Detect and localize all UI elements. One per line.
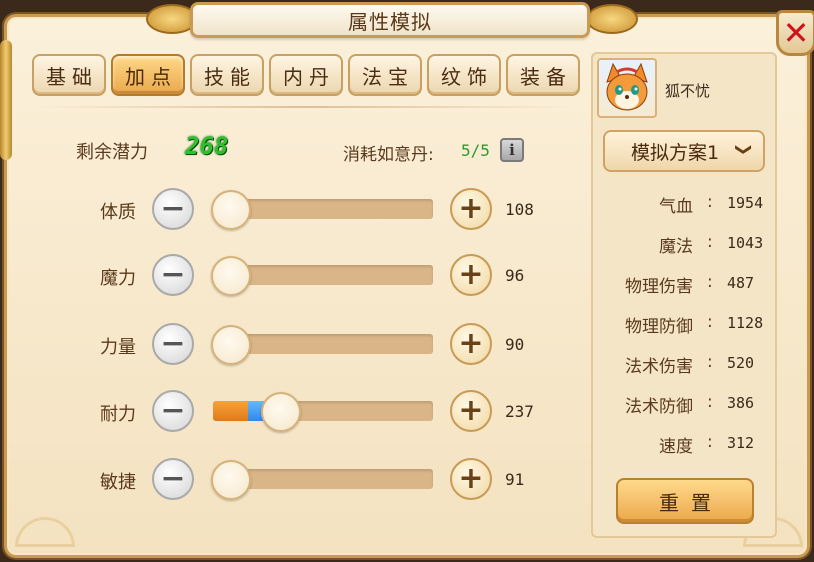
attribute-label: 速度 xyxy=(659,437,693,457)
minus-button[interactable]: − xyxy=(152,458,194,500)
minus-button[interactable]: − xyxy=(152,188,194,230)
attribute-label: 物理伤害 xyxy=(625,277,693,297)
tab-pattern[interactable]: 纹饰 xyxy=(427,54,501,96)
attribute-row: 魔法 : 1043 xyxy=(600,232,770,257)
attribute-row: 物理防御 : 1128 xyxy=(600,312,770,337)
slider-handle[interactable] xyxy=(211,190,251,230)
attribute-value: 1954 xyxy=(727,194,764,212)
slider-handle[interactable] xyxy=(211,256,251,296)
avatar[interactable] xyxy=(597,58,657,118)
window-title: 属性模拟 xyxy=(348,9,432,34)
stat-row-constitution: 体质 − + 108 xyxy=(0,186,590,236)
fox-portrait-icon xyxy=(606,62,648,111)
minus-button[interactable]: − xyxy=(152,390,194,432)
tab-add-points[interactable]: 加点 xyxy=(111,54,185,96)
attribute-colon: : xyxy=(707,192,713,212)
stat-value: 96 xyxy=(505,266,525,285)
close-button[interactable]: ✕ xyxy=(776,10,814,56)
stat-slider[interactable] xyxy=(211,256,433,296)
stat-name: 力量 xyxy=(100,337,136,358)
tab-equipment[interactable]: 装备 xyxy=(506,54,580,96)
plan-dropdown[interactable]: 模拟方案1 ❯ xyxy=(603,130,765,172)
attribute-row: 物理伤害 : 487 xyxy=(600,272,770,297)
attribute-label: 法术伤害 xyxy=(625,357,693,377)
slider-handle[interactable] xyxy=(211,460,251,500)
pill-label: 消耗如意丹: xyxy=(343,145,434,165)
tab-skills[interactable]: 技能 xyxy=(190,54,264,96)
attribute-row: 法术伤害 : 520 xyxy=(600,352,770,377)
attribute-colon: : xyxy=(707,312,713,332)
close-icon: ✕ xyxy=(782,14,810,52)
plus-button[interactable]: + xyxy=(450,254,492,296)
attribute-colon: : xyxy=(707,352,713,372)
stat-slider[interactable] xyxy=(211,325,433,365)
stat-name: 耐力 xyxy=(100,404,136,425)
stat-value: 90 xyxy=(505,335,525,354)
stat-name: 魔力 xyxy=(100,268,136,289)
attribute-row: 法术防御 : 386 xyxy=(600,392,770,417)
stat-value: 237 xyxy=(505,402,534,421)
stat-slider[interactable] xyxy=(213,392,433,432)
plus-button[interactable]: + xyxy=(450,323,492,365)
attribute-value: 312 xyxy=(727,434,755,452)
minus-button[interactable]: − xyxy=(152,254,194,296)
attribute-value: 1128 xyxy=(727,314,764,332)
attribute-colon: : xyxy=(707,232,713,252)
attribute-row: 气血 : 1954 xyxy=(600,192,770,217)
attribute-row: 速度 : 312 xyxy=(600,432,770,457)
attribute-label: 物理防御 xyxy=(625,317,693,337)
tab-treasure[interactable]: 法宝 xyxy=(348,54,422,96)
stat-row-magic: 魔力 − + 96 xyxy=(0,252,590,302)
stat-row-endurance: 耐力 − + 237 xyxy=(0,388,590,438)
info-icon[interactable]: i xyxy=(500,138,524,162)
stat-slider[interactable] xyxy=(211,190,433,230)
attribute-colon: : xyxy=(707,272,713,292)
stat-slider[interactable] xyxy=(211,460,433,500)
attribute-label: 法术防御 xyxy=(625,397,693,417)
attribute-value: 1043 xyxy=(727,234,764,252)
slider-handle[interactable] xyxy=(261,392,301,432)
stat-value: 91 xyxy=(505,470,525,489)
title-wing-ornament xyxy=(586,4,638,34)
attribute-value: 386 xyxy=(727,394,755,412)
plus-button[interactable]: + xyxy=(450,390,492,432)
stat-name: 体质 xyxy=(100,202,136,223)
slider-handle[interactable] xyxy=(211,325,251,365)
attribute-colon: : xyxy=(707,392,713,412)
minus-button[interactable]: − xyxy=(152,323,194,365)
attribute-label: 魔法 xyxy=(659,237,693,257)
divider xyxy=(36,106,576,108)
stat-name: 敏捷 xyxy=(100,472,136,493)
attribute-value: 487 xyxy=(727,274,755,292)
tab-inner-pill[interactable]: 内丹 xyxy=(269,54,343,96)
chevron-down-icon: ❯ xyxy=(734,142,754,157)
tab-bar: 基础 加点 技能 内丹 法宝 纹饰 装备 xyxy=(32,54,580,96)
corner-ornament xyxy=(15,517,75,547)
reset-button[interactable]: 重置 xyxy=(616,478,754,524)
stat-value: 108 xyxy=(505,200,534,219)
plan-label: 模拟方案1 xyxy=(631,141,720,164)
plus-button[interactable]: + xyxy=(450,458,492,500)
slider-base-fill xyxy=(213,401,248,421)
potential-label: 剩余潜力 xyxy=(76,142,148,163)
tassel-ornament xyxy=(0,40,12,160)
plus-button[interactable]: + xyxy=(450,188,492,230)
pill-value: 5/5 xyxy=(461,141,490,160)
attribute-colon: : xyxy=(707,432,713,452)
stat-row-agility: 敏捷 − + 91 xyxy=(0,456,590,506)
character-name: 狐不忧 xyxy=(665,82,711,100)
title-plate: 属性模拟 xyxy=(190,2,590,38)
potential-value: 268 xyxy=(185,132,229,160)
stat-row-strength: 力量 − + 90 xyxy=(0,321,590,371)
attribute-label: 气血 xyxy=(659,197,693,217)
tab-basic[interactable]: 基础 xyxy=(32,54,106,96)
attribute-value: 520 xyxy=(727,354,755,372)
